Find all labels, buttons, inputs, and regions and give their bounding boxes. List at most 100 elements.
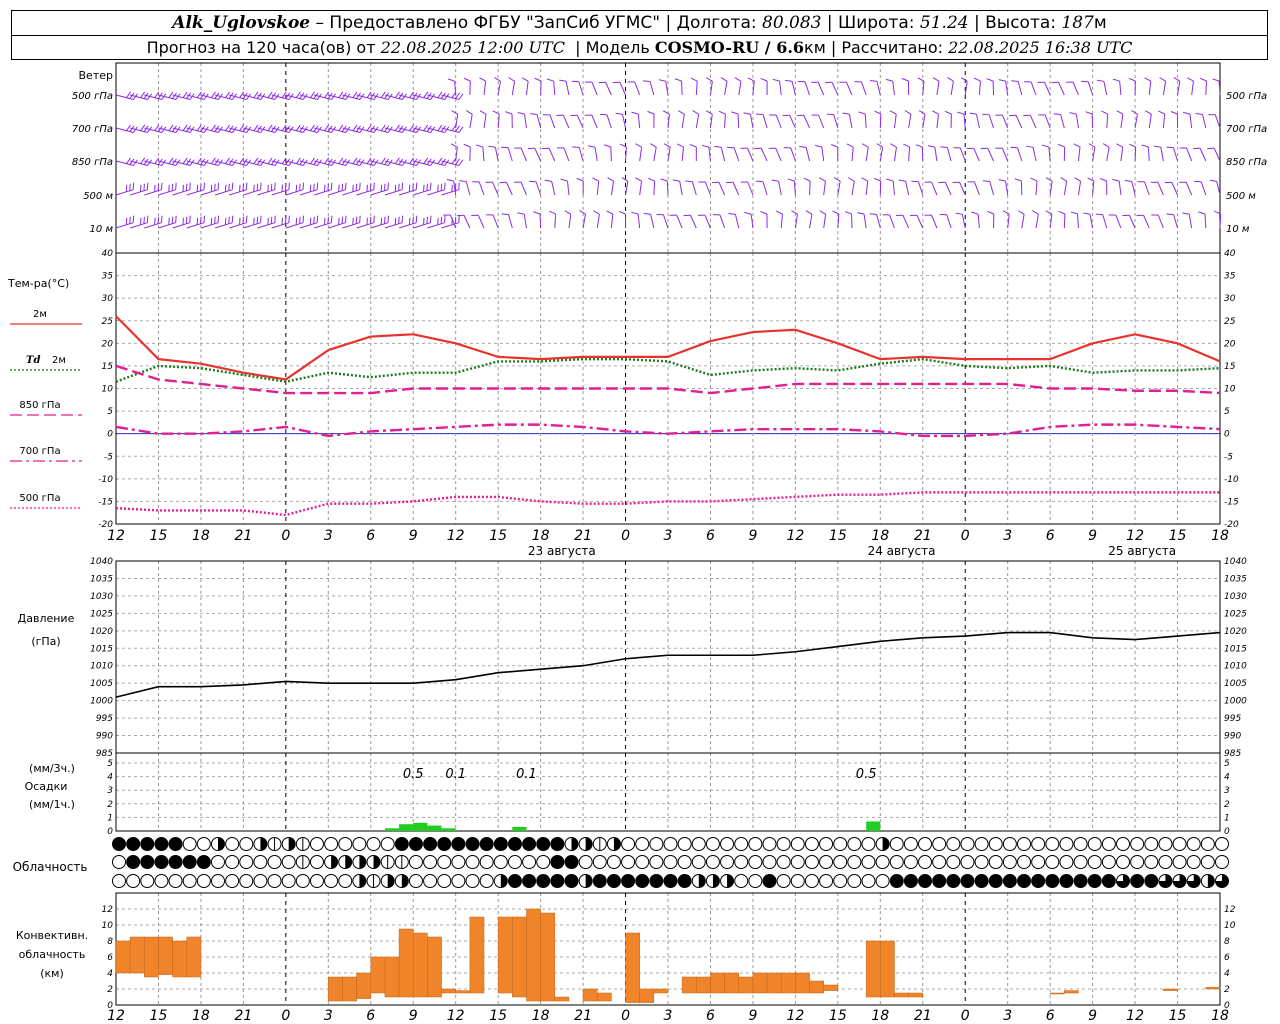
hour-tick-label: 15 [1169,528,1187,544]
wind-barb-staff [789,115,796,129]
pressure-ytick-right: 1015 [1224,644,1247,654]
wind-barb-feather [579,210,586,215]
wind-barb [1150,181,1164,196]
wind-barb-feather [1159,77,1166,82]
wind-barb [465,110,473,129]
wind-level-label-left: 850 гПа [72,157,113,168]
cloud-symbol-circle [168,874,183,888]
wind-barb-staff [1063,213,1066,229]
wind-barb-feather [505,111,513,115]
cloud-symbol-circle [960,874,975,888]
wind-barb-staff [596,181,600,196]
wind-barb [1011,80,1023,96]
wind-barb [690,77,698,96]
cloud-symbol-circle [408,837,423,851]
wind-barb-staff [851,147,854,162]
precip-ytick-right: 0 [1224,827,1230,837]
wind-barb [944,110,952,129]
cloud-symbol [380,855,395,869]
conv-cloud-bar [809,980,824,994]
wind-barb-staff [893,147,897,162]
wind-barb-staff [809,214,813,229]
cloud-symbol [946,855,961,869]
wind-barb-feather [592,177,599,182]
cloud-symbol-circle [974,855,989,869]
cloud-symbol [352,874,367,888]
cloud-symbol-circle [621,855,636,869]
wind-barb [1199,77,1207,96]
precip-ytick-right: 1 [1224,813,1230,823]
hour-tick-label: 15 [829,528,847,544]
cloud-symbol [1144,874,1159,888]
wind-barb-staff [384,222,403,229]
cloud-symbol-circle [762,837,777,851]
cloud-symbol [691,855,706,869]
wind-barb-staff [549,114,556,129]
cloud-symbol-circle [1172,837,1187,851]
wind-barb-staff [1120,114,1124,129]
wind-barb [957,111,966,129]
wind-barb [939,213,952,229]
wind-barb-staff [413,222,431,229]
cloud-symbol [112,837,126,851]
cloud-symbol-circle [1002,855,1017,869]
pressure-ytick-left: 1040 [90,557,113,567]
wind-barb-feather [674,78,682,82]
cloud-symbol-circle [705,837,720,851]
cloud-symbol [1017,837,1032,851]
cloud-symbol [1158,874,1173,888]
wind-barb-feather [969,112,977,115]
wind-barb-staff [823,214,827,229]
cloud-symbol [804,855,819,869]
wind-barb [747,77,755,96]
wind-barb-feather [1095,213,1103,216]
cloud-symbol-circle [1186,855,1201,869]
wind-barb-feather [564,210,572,215]
cloud-symbol [1087,874,1102,888]
cloud-symbol [1130,855,1145,869]
wind-barb-staff [987,148,994,162]
cloud-symbol-circle [804,855,819,869]
cloud-symbol-circle [536,874,551,888]
temp-ytick-right: 30 [1224,294,1236,304]
cloud-symbol [550,855,565,869]
wind-barb-feather [772,78,780,82]
wind-barb-feather [479,77,486,82]
cloud-symbol-circle [705,855,720,869]
wind-barb [734,77,742,96]
wind-barb-staff [860,81,867,96]
conv-ytick-left: 6 [107,953,113,963]
pressure-ytick-left: 1030 [90,592,113,602]
cloud-symbol-circle [210,874,225,888]
wind-barb-staff [525,81,529,96]
wind-barb-feather [904,110,912,115]
cloud-symbol-circle [267,855,282,869]
precip-bar [427,825,442,831]
wind-barb-feather [1187,77,1194,82]
cloud-symbol [847,837,862,851]
cloud-symbol [239,837,254,851]
wind-barb-feather [631,111,639,115]
wind-barb [998,79,1009,96]
wind-barb-staff [1058,82,1065,96]
cloud-symbol-circle [889,874,904,888]
cloud-symbol-circle [734,837,749,851]
hour-tick-label: 9 [409,528,418,544]
wind-barb [660,178,669,196]
wind-barb-feather [890,143,897,148]
cloud-symbol [1073,855,1088,869]
wind-barb [1108,214,1122,229]
wind-barb-staff [186,189,205,196]
cloud-symbol [1002,874,1017,888]
wind-barb [895,214,910,229]
wind-barb-staff [370,222,389,229]
wind-barb-staff [229,189,247,196]
wind-barb-feather [1158,110,1165,115]
wind-barb-feather [267,124,273,131]
wind-barb-staff [554,213,557,229]
conv-cloud-bar [1064,990,1079,994]
wind-barb [584,81,598,96]
cloud-symbol [592,855,607,869]
cloud-symbol-circle [451,855,466,869]
cloud-symbol-circle [663,874,678,888]
